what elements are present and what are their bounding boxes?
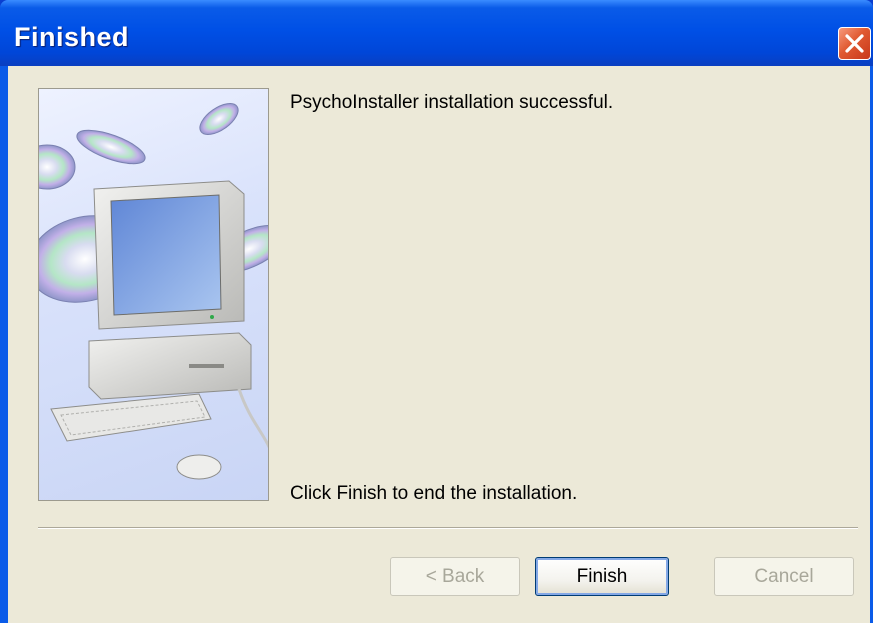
divider [38,527,858,529]
computer-illustration [39,102,268,480]
close-icon [845,34,864,53]
title-bar[interactable]: Finished [0,0,873,66]
back-button[interactable]: < Back [390,557,520,596]
installer-dialog: Finished PsychoInstaller installation su… [0,0,873,623]
dialog-body: PsychoInstaller installation successful.… [8,66,870,623]
window-border-left [0,66,8,623]
close-button[interactable] [838,27,871,60]
window-title: Finished [14,22,130,52]
success-message: PsychoInstaller installation successful. [290,92,614,113]
finish-button[interactable]: Finish [535,557,669,596]
cancel-button[interactable]: Cancel [714,557,854,596]
wizard-side-image [38,88,269,501]
instruction-message: Click Finish to end the installation. [290,483,578,504]
